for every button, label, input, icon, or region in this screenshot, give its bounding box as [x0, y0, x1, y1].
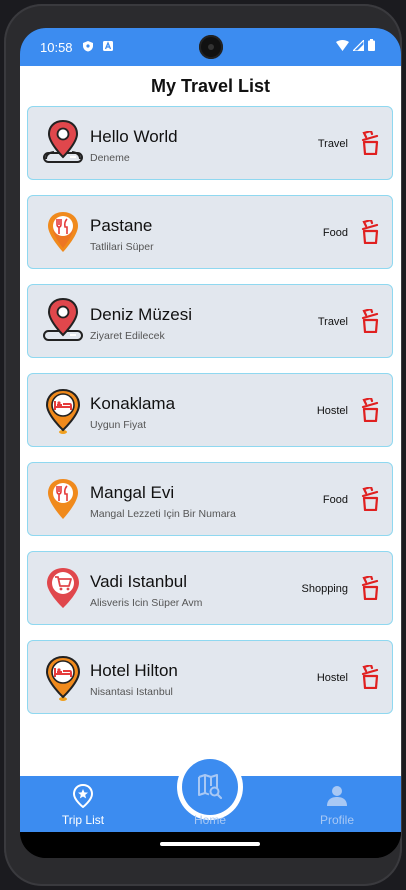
- hostel-pin-icon: [45, 388, 81, 434]
- place-name: Konaklama: [90, 394, 176, 413]
- map-pin-star-icon: [72, 784, 94, 808]
- place-description: Mangal Lezzeti Için Bir Numara: [90, 508, 236, 520]
- battery-icon: [368, 39, 375, 51]
- delete-icon[interactable]: [360, 309, 380, 333]
- signal-icon: [353, 39, 364, 51]
- place-description: Nisantasi Istanbul: [90, 686, 173, 698]
- nav-label: Home: [193, 813, 226, 827]
- bottom-navigation: Trip List Home Profile: [20, 754, 401, 832]
- place-category: Travel: [317, 316, 348, 328]
- status-bar: 10:58: [20, 28, 401, 66]
- place-name: Hello World: [90, 127, 178, 146]
- front-camera: [199, 35, 223, 59]
- app-content: My Travel List Hello World Deneme Travel: [20, 66, 401, 776]
- nav-home[interactable]: Home: [160, 776, 260, 832]
- food-pin-icon: [48, 212, 78, 252]
- delete-icon[interactable]: [360, 220, 380, 244]
- map-pin-travel-icon: [43, 297, 83, 341]
- delete-icon[interactable]: [360, 487, 380, 511]
- system-gesture-bar: [20, 832, 401, 858]
- place-description: Ziyaret Edilecek: [90, 330, 165, 342]
- food-pin-icon: [48, 479, 78, 519]
- status-time: 10:58: [40, 40, 73, 55]
- shield-icon: [83, 41, 93, 52]
- home-indicator: [160, 842, 260, 846]
- place-description: Tatlilari Süper: [90, 241, 154, 253]
- phone-frame: 10:58 My Travel List Hello World Deneme …: [4, 4, 402, 886]
- place-name: Vadi Istanbul: [90, 572, 188, 591]
- screen: 10:58 My Travel List Hello World Deneme …: [20, 28, 401, 858]
- place-category: Travel: [317, 138, 348, 150]
- shopping-pin-icon: [47, 568, 79, 608]
- delete-icon[interactable]: [360, 131, 380, 155]
- map-pin-travel-icon: [43, 119, 83, 163]
- list-item[interactable]: Deniz Müzesi Ziyaret Edilecek Travel: [27, 284, 393, 358]
- list-item[interactable]: Mangal Evi Mangal Lezzeti Için Bir Numar…: [27, 462, 393, 536]
- place-category: Hostel: [316, 405, 348, 417]
- place-description: Alisveris Icin Süper Avm: [90, 597, 203, 609]
- nav-trip-list[interactable]: Trip List: [33, 776, 133, 832]
- list-item[interactable]: Konaklama Uygun Fiyat Hostel: [27, 373, 393, 447]
- status-indicators: [336, 39, 375, 51]
- page-title: My Travel List: [150, 76, 271, 96]
- list-item[interactable]: Hotel Hilton Nisantasi Istanbul Hostel: [27, 640, 393, 714]
- place-name: Deniz Müzesi: [90, 305, 193, 324]
- list-item[interactable]: Pastane Tatlilari Süper Food: [27, 195, 393, 269]
- person-icon: [327, 786, 347, 806]
- place-category: Food: [322, 494, 348, 506]
- hostel-pin-icon: [45, 655, 81, 701]
- list-item[interactable]: Vadi Istanbul Alisveris Icin Süper Avm S…: [27, 551, 393, 625]
- nav-profile[interactable]: Profile: [287, 776, 387, 832]
- keyboard-a-icon: [103, 41, 113, 51]
- delete-icon[interactable]: [360, 398, 380, 422]
- place-category: Food: [322, 227, 348, 239]
- place-name: Mangal Evi: [90, 483, 175, 502]
- place-description: Deneme: [90, 152, 130, 164]
- place-category: Shopping: [301, 583, 349, 595]
- place-category: Hostel: [316, 672, 348, 684]
- delete-icon[interactable]: [360, 665, 380, 689]
- nav-label: Trip List: [61, 813, 105, 827]
- wifi-icon: [336, 39, 349, 51]
- place-description: Uygun Fiyat: [90, 419, 147, 431]
- nav-label: Profile: [319, 813, 354, 827]
- place-name: Pastane: [90, 216, 153, 235]
- list-item[interactable]: Hello World Deneme Travel: [27, 106, 393, 180]
- place-name: Hotel Hilton: [90, 661, 178, 680]
- delete-icon[interactable]: [360, 576, 380, 600]
